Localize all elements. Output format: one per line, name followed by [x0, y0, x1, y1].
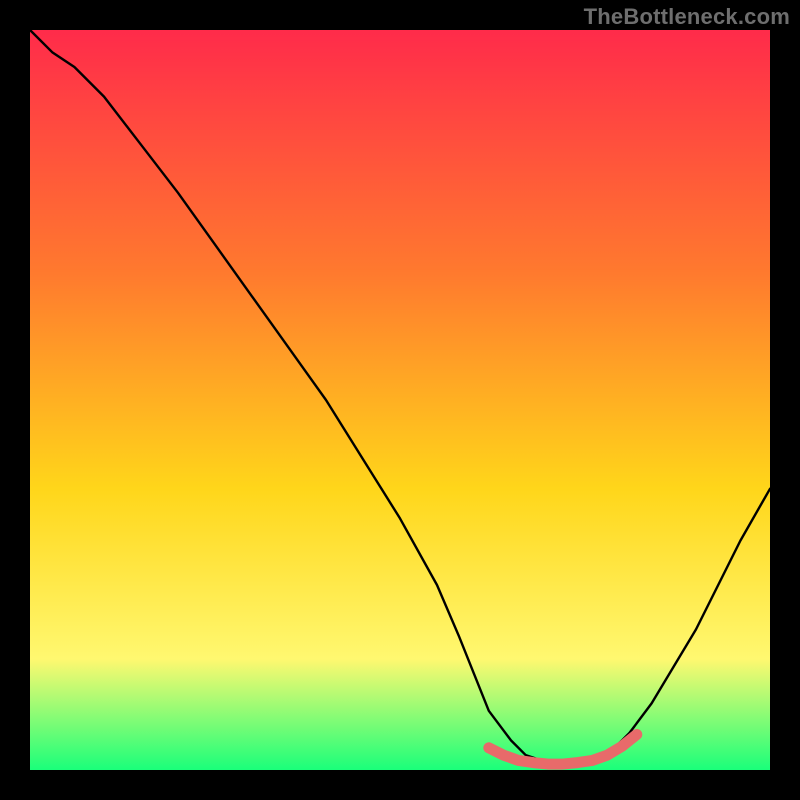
gradient-background	[30, 30, 770, 770]
chart-frame: { "watermark": "TheBottleneck.com", "col…	[0, 0, 800, 800]
bottleneck-chart	[0, 0, 800, 800]
